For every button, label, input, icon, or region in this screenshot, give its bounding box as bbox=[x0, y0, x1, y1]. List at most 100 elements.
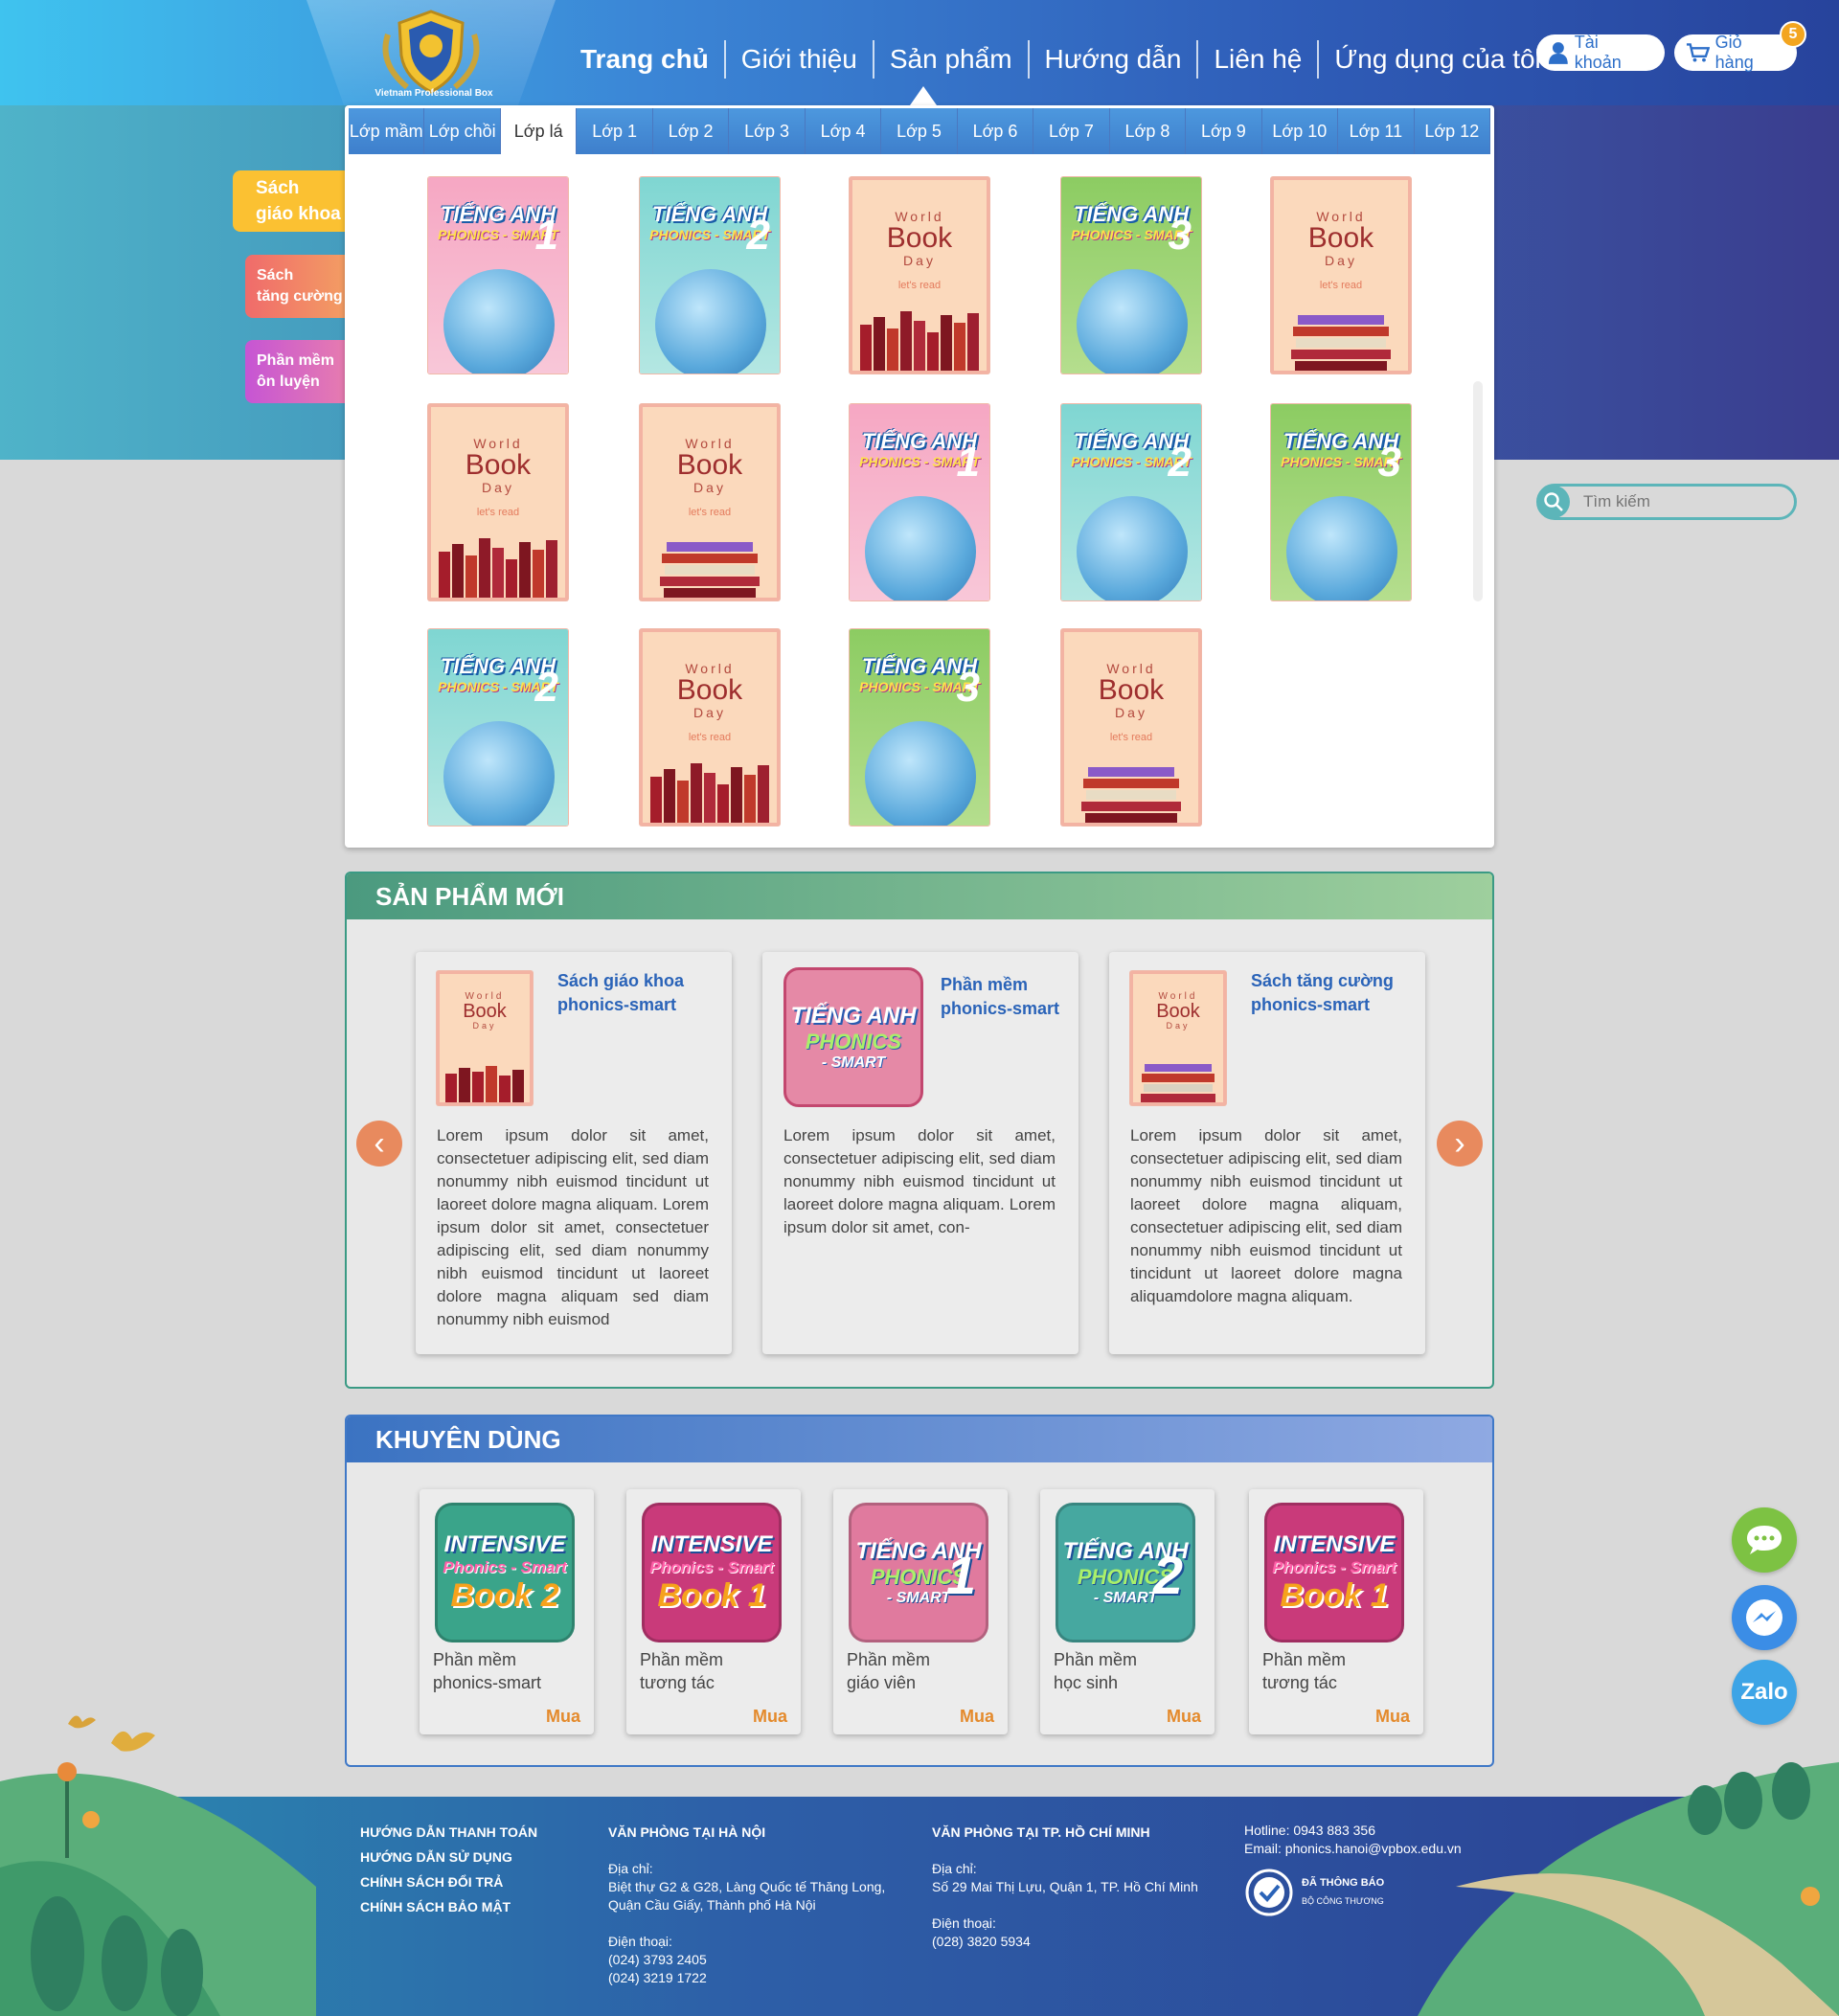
nav-about[interactable]: Giới thiệu bbox=[726, 40, 874, 79]
chat-button[interactable] bbox=[1732, 1507, 1797, 1573]
messenger-button[interactable] bbox=[1732, 1585, 1797, 1650]
recommended-card[interactable]: INTENSIVE Phonics - Smart Book 1 Phần mềm tư… bbox=[626, 1489, 801, 1734]
book-cover[interactable]: World Book Day let's read bbox=[1061, 629, 1201, 826]
footer-links: HƯỚNG DẪN THANH TOÁN HƯỚNG DẪN SỬ DỤNG C… bbox=[360, 1820, 537, 1919]
nav-contact[interactable]: Liên hệ bbox=[1198, 40, 1320, 79]
icon-text: Book 2 bbox=[450, 1576, 559, 1614]
footer-link-payment[interactable]: HƯỚNG DẪN THANH TOÁN bbox=[360, 1820, 537, 1845]
tab-grade[interactable]: Lớp 10 bbox=[1261, 108, 1339, 154]
cart-button[interactable]: Giỏ hàng bbox=[1674, 33, 1797, 72]
buy-button[interactable]: Mua bbox=[1167, 1707, 1201, 1727]
tab-grade[interactable]: Lớp chồi bbox=[424, 108, 501, 154]
tab-grade[interactable]: Lớp 6 bbox=[957, 108, 1034, 154]
cert-badge[interactable]: ĐÃ THÔNG BÁO BỘ CÔNG THƯƠNG bbox=[1244, 1868, 1493, 1917]
search-icon[interactable] bbox=[1537, 486, 1570, 518]
footer-link-usage[interactable]: HƯỚNG DẪN SỬ DỤNG bbox=[360, 1845, 537, 1869]
recommended-card[interactable]: TIẾNG ANH PHONICS - SMART 1 Phần mềm giáo viê… bbox=[833, 1489, 1008, 1734]
email[interactable]: Email: phonics.hanoi@vpbox.edu.vn bbox=[1244, 1840, 1493, 1858]
footer-link-privacy[interactable]: CHÍNH SÁCH BẢO MẬT bbox=[360, 1894, 537, 1919]
book-cover[interactable]: TIẾNG ANH PHONICS - SMART 1 bbox=[850, 404, 989, 600]
cover-text: let's read bbox=[476, 507, 520, 518]
label-line: Phần mềm bbox=[640, 1650, 724, 1669]
buy-button[interactable]: Mua bbox=[546, 1707, 580, 1727]
icon-number: 1 bbox=[945, 1545, 976, 1605]
nav-guide[interactable]: Hướng dẫn bbox=[1030, 40, 1199, 79]
tab-grade[interactable]: Lớp lá bbox=[500, 108, 578, 154]
book-cover[interactable]: World Book Day let's read bbox=[850, 177, 989, 374]
book-cover[interactable]: TIẾNG ANH PHONICS - SMART 3 bbox=[1271, 404, 1411, 600]
addr-label: Địa chỉ: bbox=[608, 1861, 653, 1876]
chat-bubble-icon bbox=[1747, 1526, 1782, 1554]
phone-label: Điện thoại: bbox=[932, 1915, 996, 1931]
label-line: học sinh bbox=[1054, 1673, 1119, 1692]
cover-text: Day bbox=[903, 253, 936, 268]
cert-line1: ĐÃ THÔNG BÁO bbox=[1302, 1877, 1385, 1889]
icon-text: INTENSIVE bbox=[443, 1530, 566, 1557]
recommended-card[interactable]: INTENSIVE Phonics - Smart Book 1 Phần mềm tư… bbox=[1249, 1489, 1423, 1734]
product-card[interactable]: World Book Day Sách tăng cường phonics-s… bbox=[1109, 952, 1425, 1354]
account-button[interactable]: Tài khoản bbox=[1536, 33, 1665, 72]
product-card[interactable]: World Book Day Sách giáo khoa phonics-sm… bbox=[416, 952, 732, 1354]
tab-grade[interactable]: Lớp 4 bbox=[805, 108, 882, 154]
cover-text: Book bbox=[463, 1001, 507, 1022]
phone-number[interactable]: (024) 3219 1722 bbox=[608, 1969, 915, 1987]
prev-arrow-button[interactable]: ‹ bbox=[356, 1121, 402, 1167]
side-tab-software[interactable]: Phần mềm ôn luyện bbox=[245, 340, 345, 403]
book-cover[interactable]: TIẾNG ANH PHONICS - SMART 3 bbox=[850, 629, 989, 826]
nav-home[interactable]: Trang chủ bbox=[565, 40, 726, 79]
buy-button[interactable]: Mua bbox=[960, 1707, 994, 1727]
hotline[interactable]: Hotline: 0943 883 356 bbox=[1244, 1822, 1493, 1840]
nav-my-apps[interactable]: Ứng dụng của tôi bbox=[1319, 40, 1555, 79]
icon-text: PHONICS bbox=[805, 1030, 902, 1053]
phone-number[interactable]: (028) 3820 5934 bbox=[932, 1933, 1238, 1951]
cover-text: Day bbox=[1325, 253, 1357, 268]
product-card[interactable]: TIẾNG ANH PHONICS - SMART Phần mềm phoni… bbox=[762, 952, 1078, 1354]
product-dropdown-panel: Lớp mầm Lớp chồi Lớp lá Lớp 1 Lớp 2 Lớp 3 Lớp … bbox=[345, 105, 1494, 848]
cover-text: Day bbox=[1166, 1021, 1191, 1031]
tab-grade[interactable]: Lớp 5 bbox=[881, 108, 958, 154]
scrollbar[interactable] bbox=[1473, 381, 1483, 601]
tab-grade[interactable]: Lớp 8 bbox=[1109, 108, 1187, 154]
book-cover[interactable]: World Book Day let's read bbox=[1271, 177, 1411, 374]
globe-illustration bbox=[865, 496, 976, 600]
book-cover[interactable]: World Book Day let's read bbox=[640, 404, 780, 600]
label-line: tương tác bbox=[640, 1673, 715, 1692]
book-cover[interactable]: TIẾNG ANH PHONICS - SMART 2 bbox=[640, 177, 780, 374]
addr-line: Số 29 Mai Thị Lựu, Quận 1, TP. Hồ Chí Mi… bbox=[932, 1879, 1198, 1894]
tab-grade[interactable]: Lớp 7 bbox=[1033, 108, 1110, 154]
book-cover[interactable]: World Book Day let's read bbox=[640, 629, 780, 826]
phone-number[interactable]: (024) 3793 2405 bbox=[608, 1951, 915, 1969]
recommended-card[interactable]: INTENSIVE Phonics - Smart Book 2 Phần mềm ph… bbox=[420, 1489, 594, 1734]
section-title: SẢN PHẨM MỚI bbox=[347, 873, 1492, 919]
tab-grade[interactable]: Lớp 11 bbox=[1338, 108, 1415, 154]
label-line: Phần mềm bbox=[433, 1650, 517, 1669]
recommended-label: Phần mềm phonics-smart bbox=[433, 1648, 586, 1694]
side-tab-supplement[interactable]: Sách tăng cường bbox=[245, 255, 345, 318]
footer-contact: Hotline: 0943 883 356 Email: phonics.han… bbox=[1244, 1822, 1493, 1917]
recommended-label: Phần mềm tương tác bbox=[640, 1648, 793, 1694]
footer-link-returns[interactable]: CHÍNH SÁCH ĐỔI TRẢ bbox=[360, 1869, 537, 1894]
tab-grade[interactable]: Lớp 1 bbox=[577, 108, 653, 154]
book-cover[interactable]: TIẾNG ANH PHONICS - SMART 1 bbox=[428, 177, 568, 374]
tab-grade[interactable]: Lớp 2 bbox=[652, 108, 730, 154]
tab-grade[interactable]: Lớp 12 bbox=[1414, 108, 1491, 154]
book-cover[interactable]: TIẾNG ANH PHONICS - SMART 2 bbox=[428, 629, 568, 826]
logo-text: Vietnam Professional Box bbox=[375, 88, 493, 99]
buy-button[interactable]: Mua bbox=[753, 1707, 787, 1727]
book-cover[interactable]: TIẾNG ANH PHONICS - SMART 2 bbox=[1061, 404, 1201, 600]
nav-products[interactable]: Sản phẩm bbox=[874, 40, 1030, 79]
next-arrow-button[interactable]: › bbox=[1437, 1121, 1483, 1167]
cover-text: Book bbox=[1156, 1001, 1200, 1022]
buy-button[interactable]: Mua bbox=[1375, 1707, 1410, 1727]
tab-grade[interactable]: Lớp 3 bbox=[729, 108, 806, 154]
tab-grade[interactable]: Lớp mầm bbox=[349, 108, 425, 154]
tab-grade[interactable]: Lớp 9 bbox=[1186, 108, 1262, 154]
card-body: Lorem ipsum dolor sit amet, consectetuer… bbox=[783, 1126, 1056, 1236]
search-input[interactable] bbox=[1583, 492, 1775, 511]
label-line: Phần mềm bbox=[847, 1650, 931, 1669]
book-cover[interactable]: TIẾNG ANH PHONICS - SMART 3 bbox=[1061, 177, 1201, 374]
book-cover[interactable]: World Book Day let's read bbox=[428, 404, 568, 600]
logo[interactable] bbox=[369, 6, 493, 102]
recommended-card[interactable]: TIẾNG ANH PHONICS - SMART 2 Phần mềm học sinh… bbox=[1040, 1489, 1215, 1734]
zalo-button[interactable]: Zalo bbox=[1732, 1660, 1797, 1725]
